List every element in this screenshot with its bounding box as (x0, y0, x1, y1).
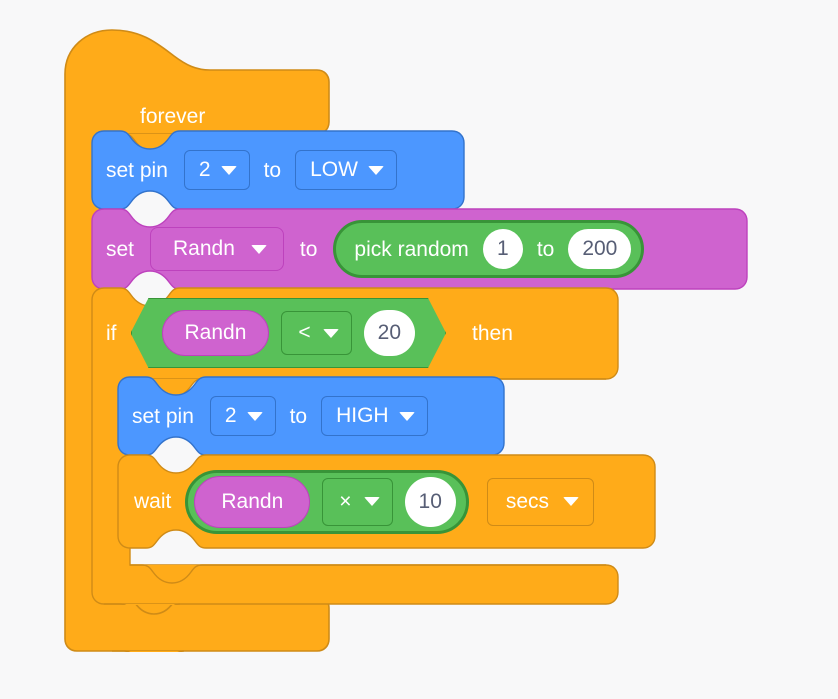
set-pin-high-block[interactable]: set pin 2 to HIGH (117, 376, 505, 456)
wait-block[interactable]: wait Randn × 10 secs (117, 454, 656, 549)
wait-units-value: secs (505, 489, 550, 513)
multiply-left-variable[interactable]: Randn (194, 475, 311, 528)
wait-prefix-label: wait (134, 490, 172, 513)
condition-right-input[interactable]: 20 (364, 310, 415, 356)
pin-level-value-low: LOW (310, 158, 358, 181)
forever-label: forever (140, 105, 206, 128)
multiply-block[interactable]: Randn × 10 (185, 469, 469, 534)
pin-level-dropdown-high[interactable]: HIGH (321, 396, 428, 436)
pick-random-from-input[interactable]: 1 (482, 229, 523, 269)
comparison-operator-dropdown[interactable]: < (281, 311, 351, 355)
set-pin-high-prefix-label: set pin (132, 404, 194, 428)
condition-left-variable[interactable]: Randn (162, 310, 270, 356)
pin-level-value-high: HIGH (336, 404, 389, 427)
set-pin-high-middle-label: to (289, 404, 308, 428)
pin-number-dropdown-low[interactable]: 2 (183, 150, 250, 190)
variable-name-value: Randn (173, 237, 235, 260)
pin-number-dropdown-high[interactable]: 2 (209, 396, 276, 436)
variable-name-dropdown[interactable]: Randn (150, 227, 284, 271)
comparison-operator-value: < (298, 321, 311, 344)
wait-units-dropdown[interactable]: secs (486, 477, 595, 526)
multiply-operator-dropdown[interactable]: × (322, 477, 393, 526)
chevron-down-icon (563, 497, 580, 506)
chevron-down-icon (220, 165, 237, 175)
pin-number-value-low: 2 (198, 158, 211, 181)
pick-random-block[interactable]: pick random 1 to 200 (333, 220, 645, 278)
set-variable-block[interactable]: set Randn to pick random 1 to 200 (91, 208, 748, 290)
chevron-down-icon (250, 244, 267, 254)
pick-random-to-label: to (536, 237, 555, 261)
chevron-down-icon (246, 411, 263, 421)
chevron-down-icon (323, 329, 339, 338)
set-variable-middle-label: to (299, 237, 318, 261)
multiply-right-input[interactable]: 10 (404, 476, 456, 527)
set-pin-low-prefix-label: set pin (106, 158, 168, 182)
chevron-down-icon (363, 497, 380, 506)
chevron-down-icon (367, 165, 384, 175)
pin-level-dropdown-low[interactable]: LOW (295, 150, 397, 190)
pick-random-to-input[interactable]: 200 (568, 229, 632, 269)
pin-number-value-high: 2 (224, 404, 237, 427)
if-prefix-label: if (106, 321, 117, 345)
if-suffix-label: then (472, 321, 513, 345)
blocks-workspace[interactable]: forever set pin 2 to LOW set Randn to pi… (0, 0, 838, 699)
pick-random-label: pick random (354, 237, 469, 261)
set-variable-prefix-label: set (106, 237, 135, 261)
multiply-operator-value: × (339, 489, 352, 513)
less-than-condition-block[interactable]: Randn < 20 (131, 298, 447, 368)
set-pin-low-middle-label: to (263, 158, 282, 182)
chevron-down-icon (398, 411, 415, 421)
set-pin-low-block[interactable]: set pin 2 to LOW (91, 130, 465, 210)
